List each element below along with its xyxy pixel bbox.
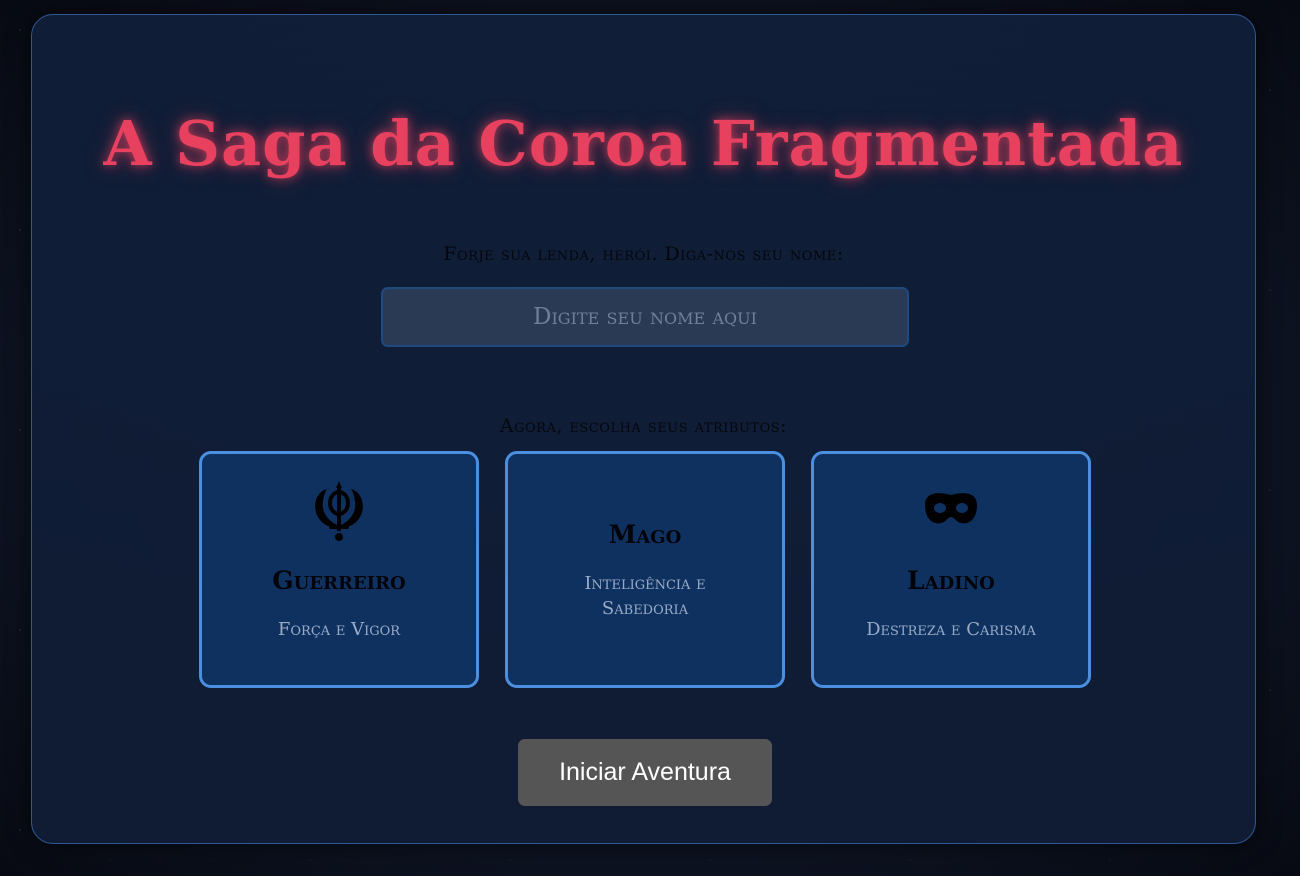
class-card-mago[interactable]: Mago Inteligência e Sabedoria (505, 451, 785, 688)
mask-icon (919, 479, 983, 543)
start-adventure-button[interactable]: Iniciar Aventura (518, 739, 772, 806)
khanda-icon (307, 479, 371, 543)
class-name: Ladino (907, 566, 995, 595)
class-description: Força e Vigor (277, 619, 401, 640)
name-prompt: Forje sua lenda, herói. Diga-nos seu nom… (443, 243, 844, 265)
attributes-prompt: Agora, escolha seus atributos: (499, 415, 788, 437)
class-name: Guerreiro (272, 566, 406, 595)
page-title: A Saga da Coroa Fragmentada (103, 107, 1184, 180)
class-description: Inteligência e Sabedoria (584, 573, 706, 619)
class-card-ladino[interactable]: Ladino Destreza e Carisma (811, 451, 1091, 688)
hero-name-input[interactable] (381, 287, 909, 347)
class-name: Mago (608, 520, 682, 549)
class-card-guerreiro[interactable]: Guerreiro Força e Vigor (199, 451, 479, 688)
class-description: Destreza e Carisma (866, 619, 1036, 640)
main-panel: A Saga da Coroa Fragmentada Forje sua le… (31, 14, 1256, 844)
